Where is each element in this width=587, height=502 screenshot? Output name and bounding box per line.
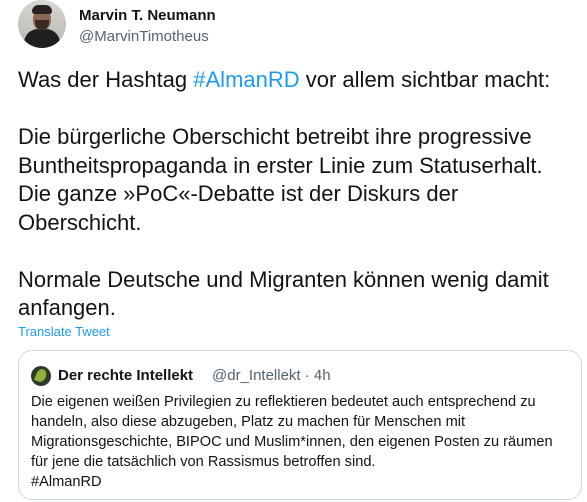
tweet-paragraph-3: Normale Deutsche und Migranten können we… [18,266,549,321]
quoted-tweet-text: Die eigenen weißen Privilegien zu reflek… [31,392,561,492]
tweet-text: Was der Hashtag #AlmanRD vor allem sicht… [18,66,578,323]
tweet-paragraph-2: Die bürgerliche Oberschicht betreibt ihr… [18,124,543,235]
quoted-author-avatar [31,366,51,386]
quoted-hashtag: #AlmanRD [31,474,102,490]
tweet-line-1: Was der Hashtag #AlmanRD vor allem sicht… [18,66,578,95]
quoted-tweet-body: Die eigenen weißen Privilegien zu reflek… [31,394,553,470]
author-name[interactable]: Marvin T. Neumann [79,7,216,24]
quoted-tweet[interactable]: Der rechte Intellekt @dr_Intellekt · 4h … [18,350,582,500]
tweet-line-1-suffix: vor allem sichtbar macht: [299,67,551,92]
tweet: Marvin T. Neumann @MarvinTimotheus Was d… [0,0,587,502]
quoted-author-handle-time: @dr_Intellekt · 4h [212,367,331,384]
translate-tweet-link[interactable]: Translate Tweet [18,324,110,339]
quoted-author-name: Der rechte Intellekt [58,367,194,384]
author-handle[interactable]: @MarvinTimotheus [79,28,209,45]
tweet-line-1-prefix: Was der Hashtag [18,67,194,92]
author-avatar[interactable] [18,0,66,48]
hashtag-link[interactable]: #AlmanRD [193,67,299,92]
